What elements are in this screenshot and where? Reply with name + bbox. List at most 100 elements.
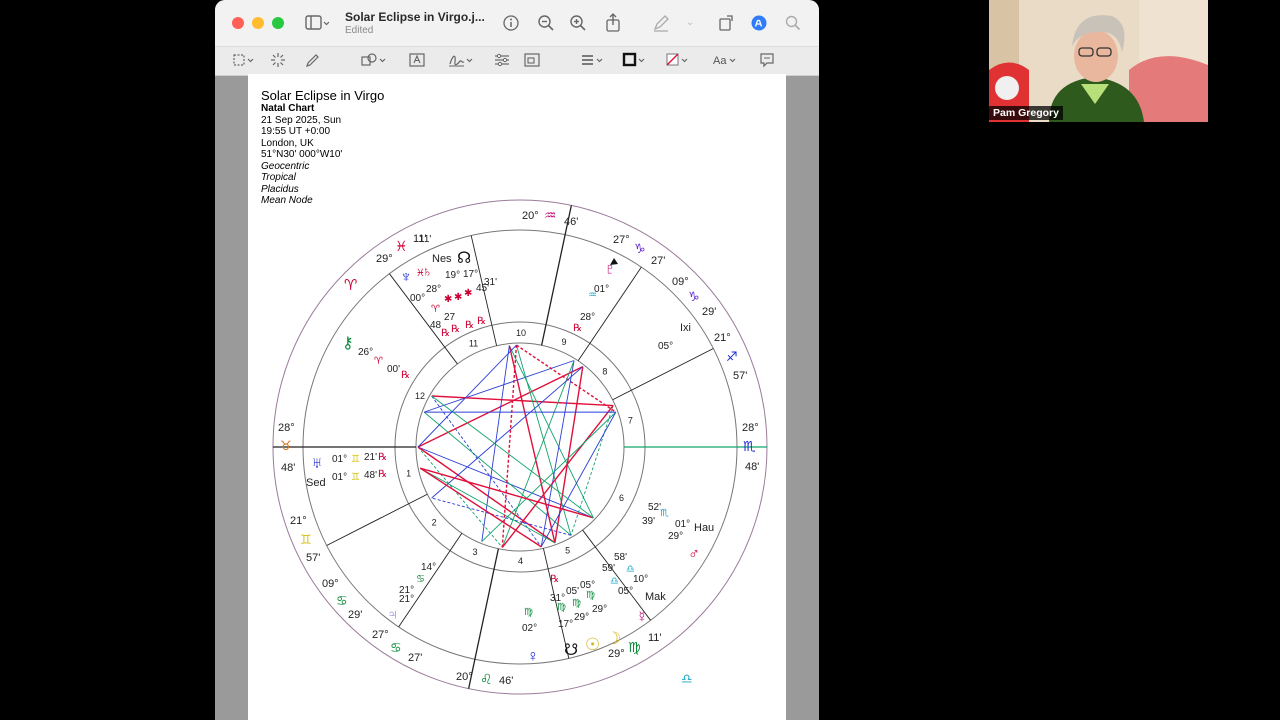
minimize-window-button[interactable]: [252, 17, 264, 29]
shape-style-icon[interactable]: [580, 52, 606, 72]
planet-venus: ♀: [527, 648, 539, 665]
planet-chiron-degree: 26°: [358, 347, 373, 358]
rotate-icon[interactable]: [718, 14, 736, 36]
chart-title: Solar Eclipse in Virgo: [261, 88, 385, 103]
highlight-icon[interactable]: [652, 14, 670, 36]
share-icon[interactable]: [605, 13, 621, 37]
svg-text:Aa: Aa: [713, 55, 727, 67]
search-icon[interactable]: [784, 14, 802, 36]
house-cusp-line: [398, 532, 463, 628]
chart-setting: Geocentric: [261, 160, 310, 172]
house-number: 4: [518, 556, 523, 566]
minor-label: 27: [444, 312, 456, 323]
house-number: 5: [565, 545, 570, 555]
body-ixion: Ixi: [680, 322, 691, 334]
body-makemake-degree: 10°: [633, 574, 648, 585]
cusp-2-minutes: 57': [306, 552, 320, 564]
sketch-icon[interactable]: [305, 52, 321, 72]
aspect-line: [508, 345, 594, 519]
cusp-ic-degree: 20°: [456, 671, 473, 683]
document-page: Solar Eclipse in Virgo Natal Chart 21 Se…: [248, 74, 786, 720]
svg-text:♎: ♎: [610, 576, 619, 587]
svg-text:℞: ℞: [451, 324, 460, 335]
minor-label: 31': [484, 277, 497, 288]
instant-alpha-icon[interactable]: [270, 52, 286, 72]
minor-label: 21': [364, 452, 377, 463]
body-nessus: Nes: [432, 253, 452, 265]
markup-icon[interactable]: [750, 14, 768, 36]
document-title[interactable]: Solar Eclipse in Virgo.j...: [345, 10, 485, 24]
border-color-icon[interactable]: [622, 52, 648, 72]
fill-color-icon[interactable]: [665, 52, 691, 72]
chart-date: 21 Sep 2025, Sun: [261, 114, 342, 126]
shapes-icon[interactable]: [361, 52, 387, 72]
cusp-asc-sign: ♉: [280, 438, 292, 453]
zoom-in-icon[interactable]: [569, 14, 587, 36]
planet-mars: ♂: [688, 546, 700, 563]
house-numbers: 123456789101112: [406, 328, 633, 566]
cusp-9-degree: 29°: [608, 648, 625, 660]
cusp-9-sign: ♍: [628, 639, 641, 655]
planet-venus-degree: 02°: [522, 623, 537, 634]
cusp-10-sign: ♓: [395, 238, 408, 254]
zoom-out-icon[interactable]: [537, 14, 555, 36]
body-makemake: Mak: [645, 591, 666, 603]
body-ixion-degree: 05°: [658, 341, 673, 352]
aries-glyph-icon: ♈: [344, 277, 357, 294]
body-haumea-degree: 29°: [668, 531, 683, 542]
text-style-icon[interactable]: Aa: [711, 52, 739, 72]
adjust-size-icon[interactable]: [524, 52, 540, 72]
house-cusp-line: [612, 348, 714, 401]
text-box-icon[interactable]: [409, 52, 425, 72]
svg-text:♎: ♎: [626, 564, 635, 575]
body-sedna-degree: 01°: [332, 472, 347, 483]
house-number: 9: [562, 337, 567, 347]
highlight-menu-chevron-icon[interactable]: ⌄: [686, 14, 694, 32]
house-number: 2: [432, 518, 437, 528]
body-haumea: Hau: [694, 522, 714, 534]
selection-tool-icon[interactable]: [233, 52, 255, 72]
house-number: 1: [406, 469, 411, 479]
info-icon[interactable]: [502, 14, 520, 36]
svg-text:♎: ♎: [681, 671, 693, 686]
cusp-asc-minutes: 48': [281, 462, 295, 474]
cusp-dsc-sign: ♏: [743, 438, 756, 454]
planet-neptune: ♆: [400, 269, 412, 286]
svg-text:℞: ℞: [573, 323, 582, 334]
svg-text:℞: ℞: [550, 574, 559, 585]
svg-text:♓: ♓: [416, 268, 425, 279]
adjust-color-icon[interactable]: [494, 52, 510, 72]
planet-saturn-degree: 28°: [426, 284, 441, 295]
sidebar-icon[interactable]: [305, 14, 330, 36]
markup-toolbar: Aa: [215, 46, 819, 76]
svg-text:♍: ♍: [572, 598, 581, 609]
cusp-8-minutes: 57': [733, 370, 747, 382]
retrograde-markers: ♈✱ ✱ ✱ ℞ ℞ ℞ ℞ ♈℞℞ ℞℞℞ ♓: [374, 268, 582, 585]
libra-markers: ♎ ♎ ♎ ♏ ♒: [588, 290, 693, 686]
gemini-markers: ♊♊: [351, 454, 360, 483]
close-window-button[interactable]: [232, 17, 244, 29]
planet-chiron: ⚷: [342, 335, 354, 352]
svg-text:♍: ♍: [557, 602, 566, 613]
house-number: 3: [472, 547, 477, 557]
annotate-icon[interactable]: [759, 52, 775, 72]
planet-uranus: ♅: [311, 455, 323, 472]
minor-label: 14°: [421, 562, 436, 573]
cusp-8-degree: 21°: [714, 332, 731, 344]
house-number: 8: [602, 366, 607, 376]
cusp-mc-sign: ♒: [544, 207, 557, 223]
cusp-11-minutes: 27': [651, 255, 665, 267]
signature-icon[interactable]: [448, 52, 474, 72]
minor-label: 11': [419, 234, 431, 245]
aspect-line: [431, 395, 542, 548]
planet-south-node-degree: 17°: [558, 619, 573, 630]
planet-sun-degree: 29°: [574, 612, 589, 623]
planet-moon-degree: 29°: [592, 604, 607, 615]
house-number: 11: [469, 339, 478, 349]
house-number: 6: [619, 493, 624, 503]
planet-jupiter: ♃: [387, 606, 398, 623]
zoom-window-button[interactable]: [272, 17, 284, 29]
svg-text:♊: ♊: [351, 472, 360, 483]
svg-text:✱: ✱: [464, 288, 472, 299]
aspect-line: [540, 411, 617, 547]
